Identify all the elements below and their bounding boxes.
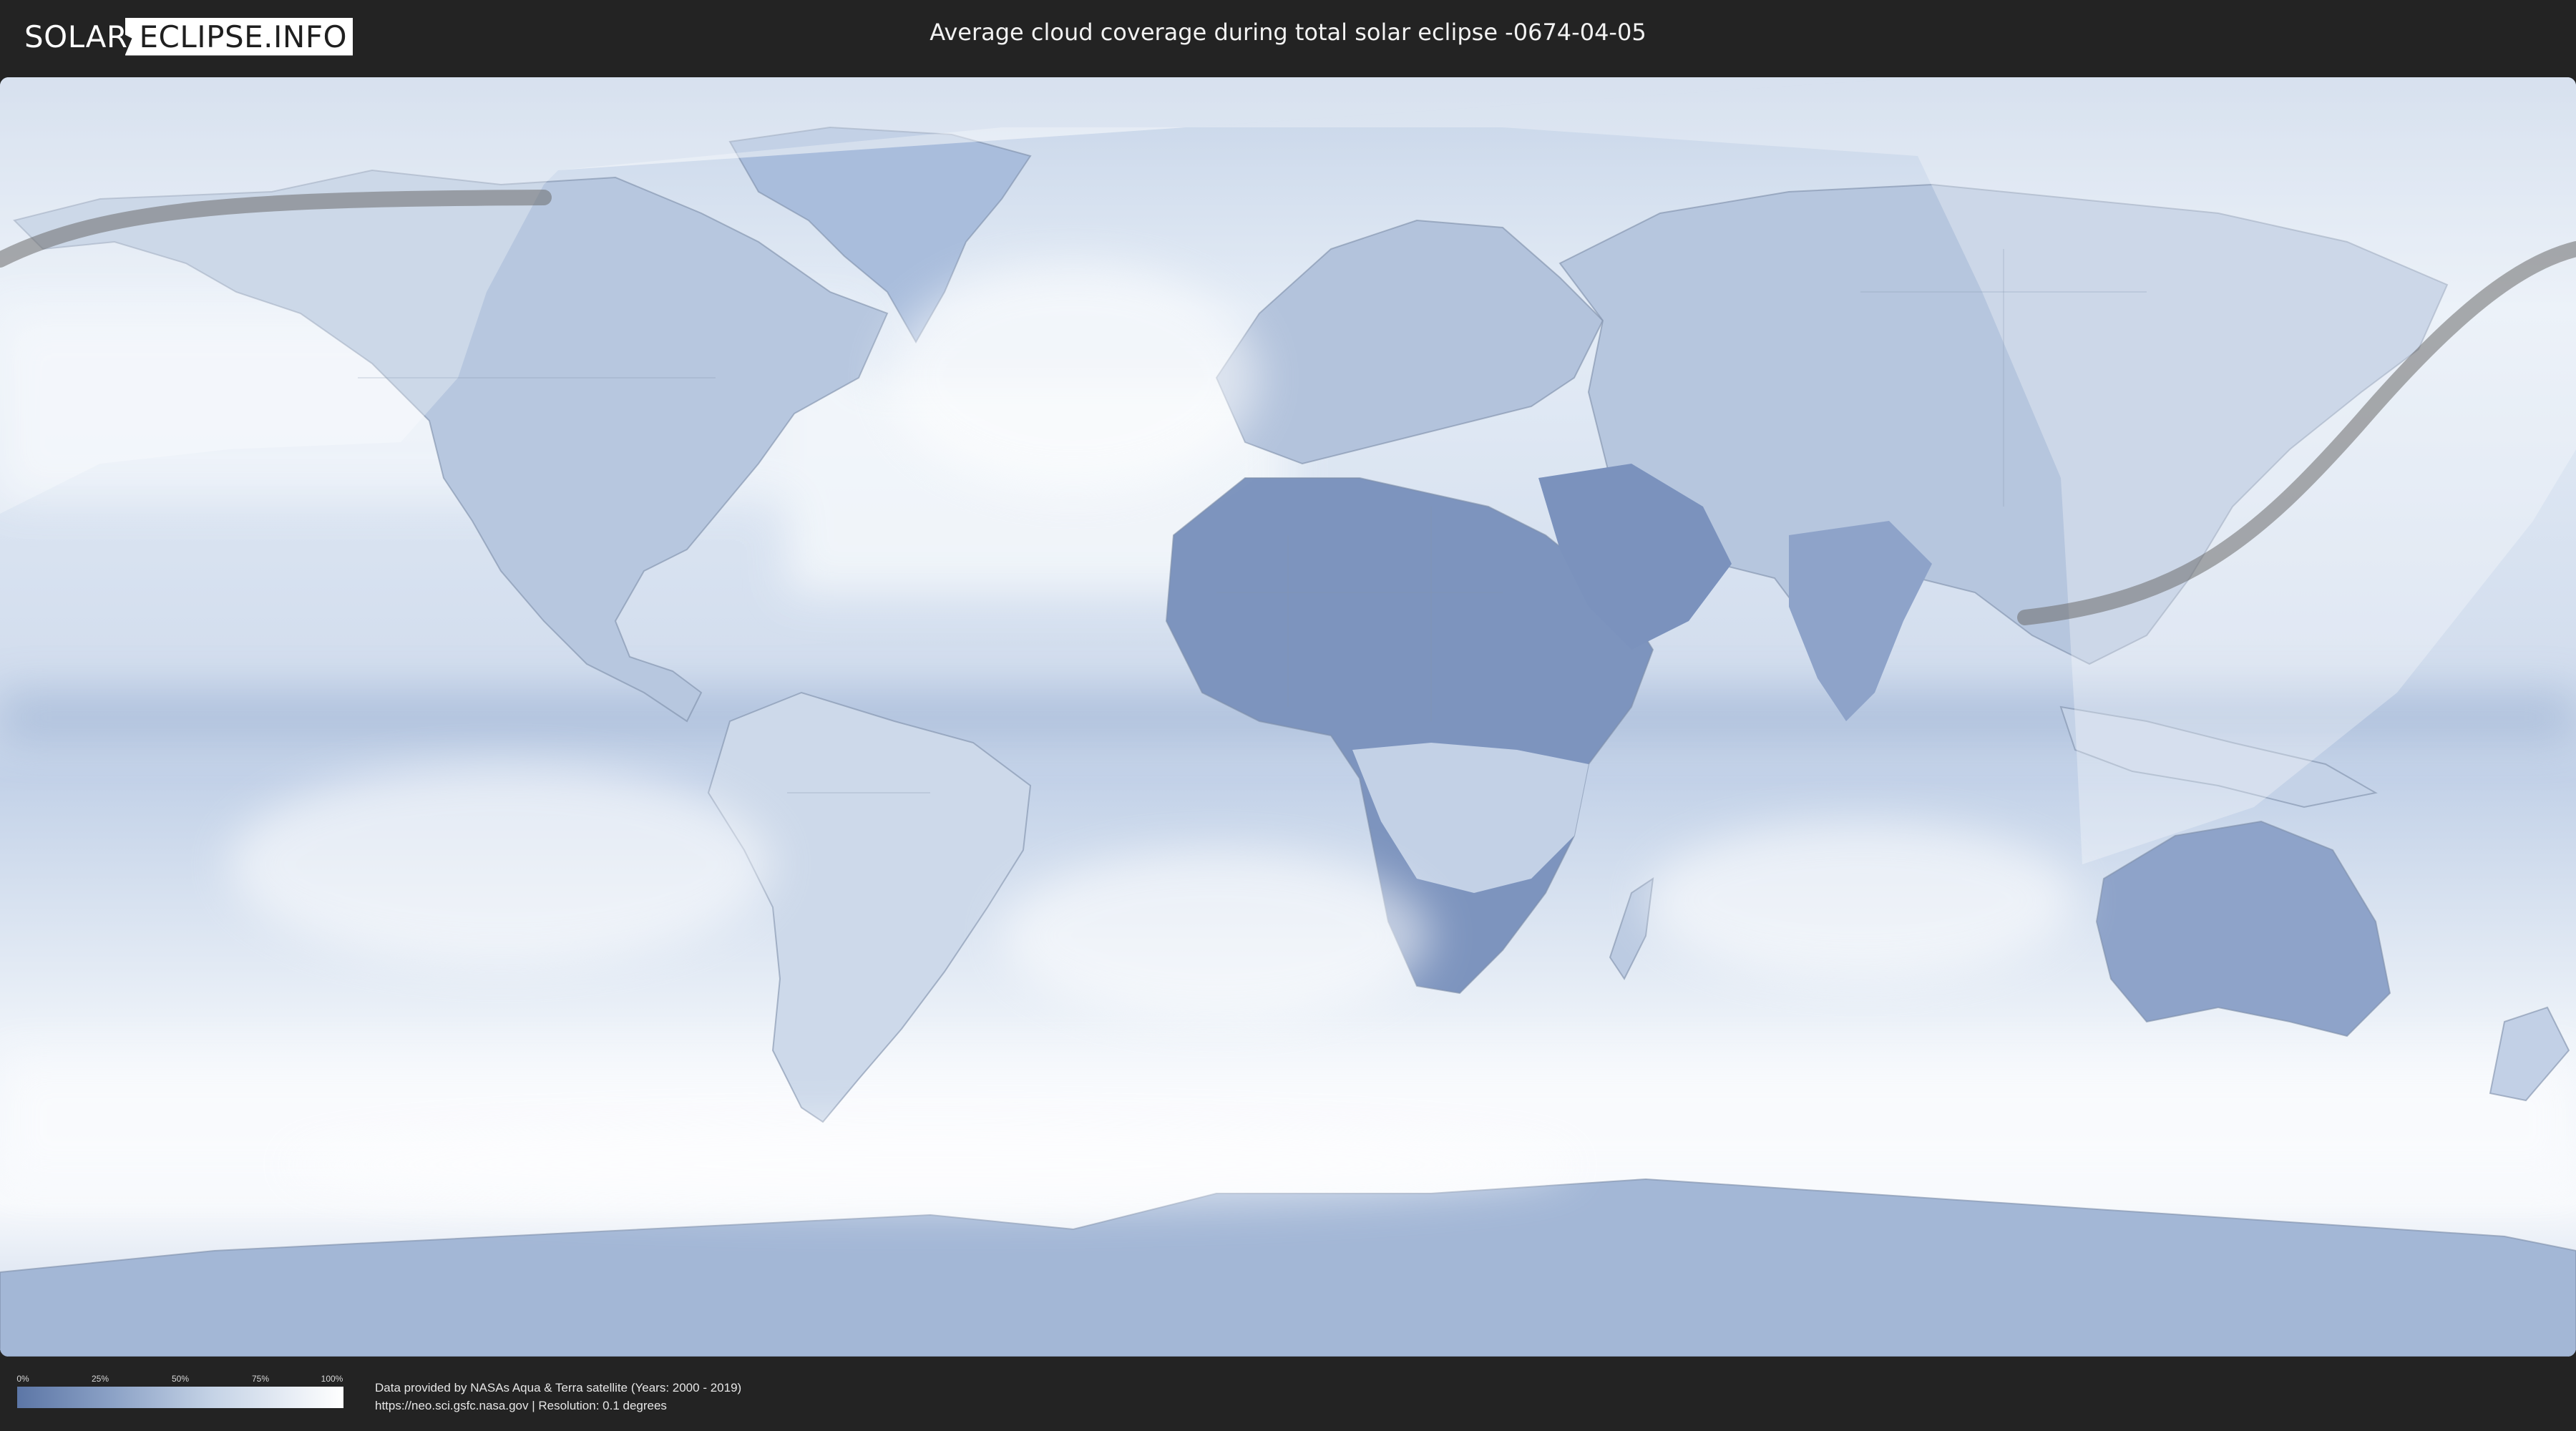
- world-map-graphic: [0, 77, 2576, 1357]
- legend-ticks: 0% 25% 50% 75% 100%: [16, 1374, 343, 1385]
- cloud-coverage-map[interactable]: [0, 77, 2576, 1357]
- header-bar: SOLAR ECLIPSE.INFO Average cloud coverag…: [0, 0, 2576, 72]
- data-credits: Data provided by NASAs Aqua & Terra sate…: [375, 1379, 741, 1415]
- legend-tick-25: 25%: [91, 1374, 109, 1384]
- credits-line-url: https://neo.sci.gsfc.nasa.gov | Resoluti…: [375, 1399, 667, 1412]
- legend-tick-50: 50%: [171, 1374, 190, 1384]
- legend-color-bar: [17, 1387, 343, 1408]
- legend-tick-100: 100%: [321, 1374, 343, 1384]
- legend-tick-0: 0%: [16, 1374, 29, 1384]
- legend-tick-75: 75%: [251, 1374, 270, 1384]
- credits-line-source: Data provided by NASAs Aqua & Terra sate…: [375, 1381, 742, 1395]
- page-title: Average cloud coverage during total sola…: [930, 19, 1646, 46]
- cloud-coverage-legend: 0% 25% 50% 75% 100%: [16, 1374, 343, 1408]
